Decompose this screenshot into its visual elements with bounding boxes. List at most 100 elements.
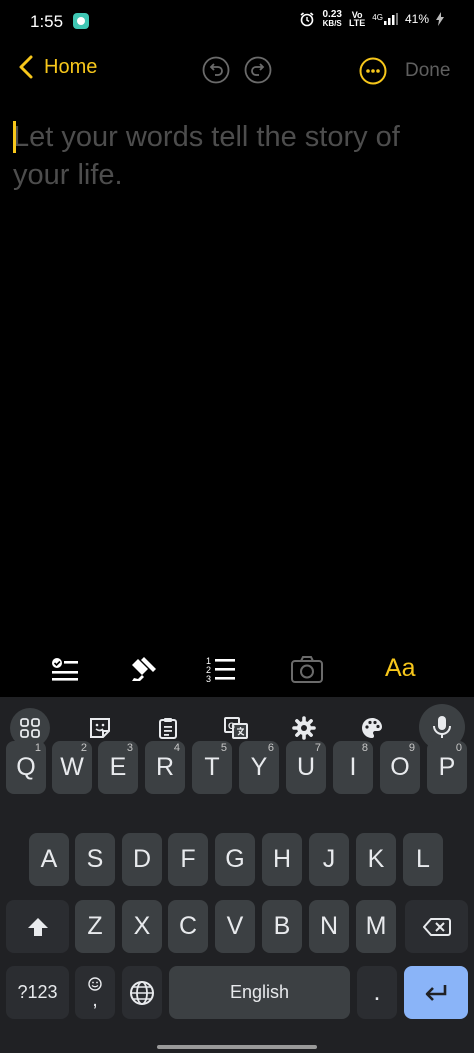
language-key[interactable] (122, 966, 162, 1019)
key-b[interactable]: B (262, 900, 302, 953)
key-hint: 8 (361, 742, 368, 754)
key-e[interactable]: E3 (98, 741, 138, 794)
keyboard: G Q1 W2 E3 R4 T5 Y6 U7 I8 O9 P0 A S D F … (0, 697, 474, 1053)
key-label: E (109, 753, 127, 781)
key-label: Y (250, 753, 268, 781)
backspace-key[interactable] (405, 900, 468, 953)
key-w[interactable]: W2 (52, 741, 92, 794)
key-label: W (60, 753, 84, 781)
enter-icon (425, 984, 447, 1001)
svg-text:3: 3 (206, 674, 211, 684)
shift-key[interactable] (6, 900, 69, 953)
key-label: S (86, 845, 104, 873)
camera-icon[interactable] (290, 653, 324, 687)
key-v[interactable]: V (215, 900, 255, 953)
network-speed: 0.23 KB/S (322, 9, 342, 29)
key-label: M (365, 912, 387, 940)
key-label: A (40, 845, 58, 873)
key-hint: 7 (314, 742, 321, 754)
key-x[interactable]: X (122, 900, 162, 953)
key-i[interactable]: I8 (333, 741, 373, 794)
key-t[interactable]: T5 (192, 741, 232, 794)
key-d[interactable]: D (122, 833, 162, 886)
key-label: F (180, 845, 196, 873)
status-bar: 1:55 0.23 KB/S Vo LTE 4G 41% (0, 0, 474, 42)
key-f[interactable]: F (168, 833, 208, 886)
network-speed-unit: KB/S (322, 19, 342, 28)
gesture-home-bar[interactable] (157, 1045, 317, 1049)
key-hint: 0 (455, 742, 462, 754)
key-label: X (133, 912, 151, 940)
status-indicators: 0.23 KB/S Vo LTE 4G 41% (299, 10, 444, 28)
key-s[interactable]: S (75, 833, 115, 886)
key-a[interactable]: A (29, 833, 69, 886)
key-m[interactable]: M (356, 900, 396, 953)
key-p[interactable]: P0 (427, 741, 467, 794)
numbered-list-icon[interactable]: 123 (204, 653, 238, 687)
status-time: 1:55 (30, 12, 64, 31)
key-c[interactable]: C (168, 900, 208, 953)
redo-icon[interactable] (244, 56, 272, 84)
note-body-input[interactable]: Let your words tell the story of your li… (13, 118, 463, 194)
chevron-left-icon (19, 55, 33, 79)
key-label: U (296, 753, 316, 781)
key-r[interactable]: R4 (145, 741, 185, 794)
backspace-icon (422, 917, 451, 936)
key-label: C (178, 912, 198, 940)
volte-bottom-label: LTE (348, 18, 366, 28)
network-type: 4G (372, 13, 383, 22)
key-hint: 5 (220, 742, 227, 754)
key-label: J (322, 845, 336, 873)
key-label: ?123 (17, 982, 58, 1002)
note-top-bar: Home Done (0, 50, 474, 94)
key-hint: 6 (267, 742, 274, 754)
more-options-icon[interactable] (359, 57, 387, 85)
key-hint: 3 (126, 742, 133, 754)
key-hint: 2 (80, 742, 87, 754)
highlighter-icon[interactable] (126, 653, 160, 687)
emoji-comma-key[interactable]: , (75, 966, 115, 1019)
text-style-button[interactable]: Aa (385, 654, 416, 683)
key-label: Z (87, 912, 103, 940)
text-caret (13, 121, 16, 153)
key-label: O (390, 753, 410, 781)
key-y[interactable]: Y6 (239, 741, 279, 794)
key-label: K (367, 845, 385, 873)
undo-icon[interactable] (202, 56, 230, 84)
svg-text:G: G (228, 721, 235, 731)
space-label: English (229, 982, 290, 1002)
enter-key[interactable] (404, 966, 468, 1019)
key-u[interactable]: U7 (286, 741, 326, 794)
period-key[interactable]: . (357, 966, 397, 1019)
signal-icon: 4G (372, 13, 398, 25)
key-hint: 9 (408, 742, 415, 754)
back-label: Home (44, 55, 98, 78)
key-label: Q (16, 753, 36, 781)
network-speed-value: 0.23 (322, 9, 342, 20)
key-label: T (204, 753, 220, 781)
key-label: D (132, 845, 152, 873)
key-g[interactable]: G (215, 833, 255, 886)
key-label: B (273, 912, 291, 940)
key-j[interactable]: J (309, 833, 349, 886)
symbols-key[interactable]: ?123 (6, 966, 69, 1019)
key-label: P (438, 753, 456, 781)
space-bar[interactable]: English (169, 966, 350, 1019)
comma-label: , (92, 988, 98, 1011)
format-toolbar: 123 Aa (0, 650, 474, 690)
volte-indicator: Vo LTE (348, 11, 366, 28)
key-l[interactable]: L (403, 833, 443, 886)
key-q[interactable]: Q1 (6, 741, 46, 794)
done-button[interactable]: Done (405, 60, 450, 82)
checklist-icon[interactable] (48, 653, 82, 687)
back-button[interactable]: Home (16, 54, 97, 80)
key-n[interactable]: N (309, 900, 349, 953)
key-o[interactable]: O9 (380, 741, 420, 794)
key-k[interactable]: K (356, 833, 396, 886)
key-h[interactable]: H (262, 833, 302, 886)
key-label: N (319, 912, 339, 940)
alarm-icon (300, 12, 314, 27)
shift-icon (27, 917, 48, 936)
key-z[interactable]: Z (75, 900, 115, 953)
battery-level: 41% (404, 12, 429, 26)
